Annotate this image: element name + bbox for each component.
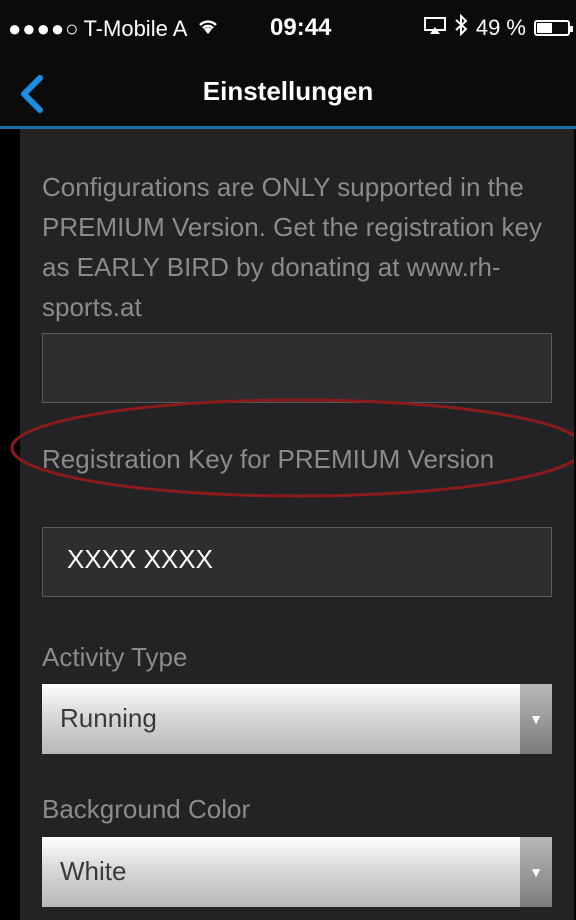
battery-icon (534, 20, 573, 36)
registration-key-label: Registration Key for PREMIUM Version (42, 444, 495, 474)
settings-panel: Configurations are ONLY supported in the… (20, 129, 574, 920)
activity-type-label: Activity Type (42, 642, 188, 672)
battery-tip (570, 26, 573, 32)
dropdown-arrow-icon: ▼ (520, 837, 552, 907)
signal-dots-icon: ●●●●○ (8, 16, 80, 41)
status-time: 09:44 (270, 14, 332, 41)
status-bar: ●●●●○ T-Mobile A 09:44 49 % (0, 0, 576, 64)
background-color-label: Background Color (42, 794, 251, 824)
background-color-value: White (60, 856, 127, 886)
background-color-select[interactable]: White ▼ (42, 837, 552, 907)
status-right: 49 % (423, 13, 573, 42)
registration-key-value: XXXX XXXX (67, 544, 213, 574)
battery-percent: 49 % (475, 15, 526, 40)
status-left: ●●●●○ T-Mobile A (8, 16, 219, 42)
activity-type-select[interactable]: Running ▼ (42, 684, 552, 754)
activity-type-value: Running (60, 703, 157, 733)
airplay-icon (423, 15, 446, 41)
carrier-label: T-Mobile A (83, 16, 188, 41)
premium-notice: Configurations are ONLY supported in the… (42, 172, 542, 322)
navigation-bar: Einstellungen (0, 64, 576, 129)
page-title: Einstellungen (202, 76, 374, 106)
bluetooth-icon (454, 13, 468, 42)
registration-key-input[interactable]: XXXX XXXX (42, 527, 552, 597)
dropdown-arrow-icon: ▼ (520, 684, 552, 754)
battery-level (537, 23, 552, 33)
wifi-icon (197, 17, 219, 41)
notice-input-field[interactable] (42, 333, 552, 403)
